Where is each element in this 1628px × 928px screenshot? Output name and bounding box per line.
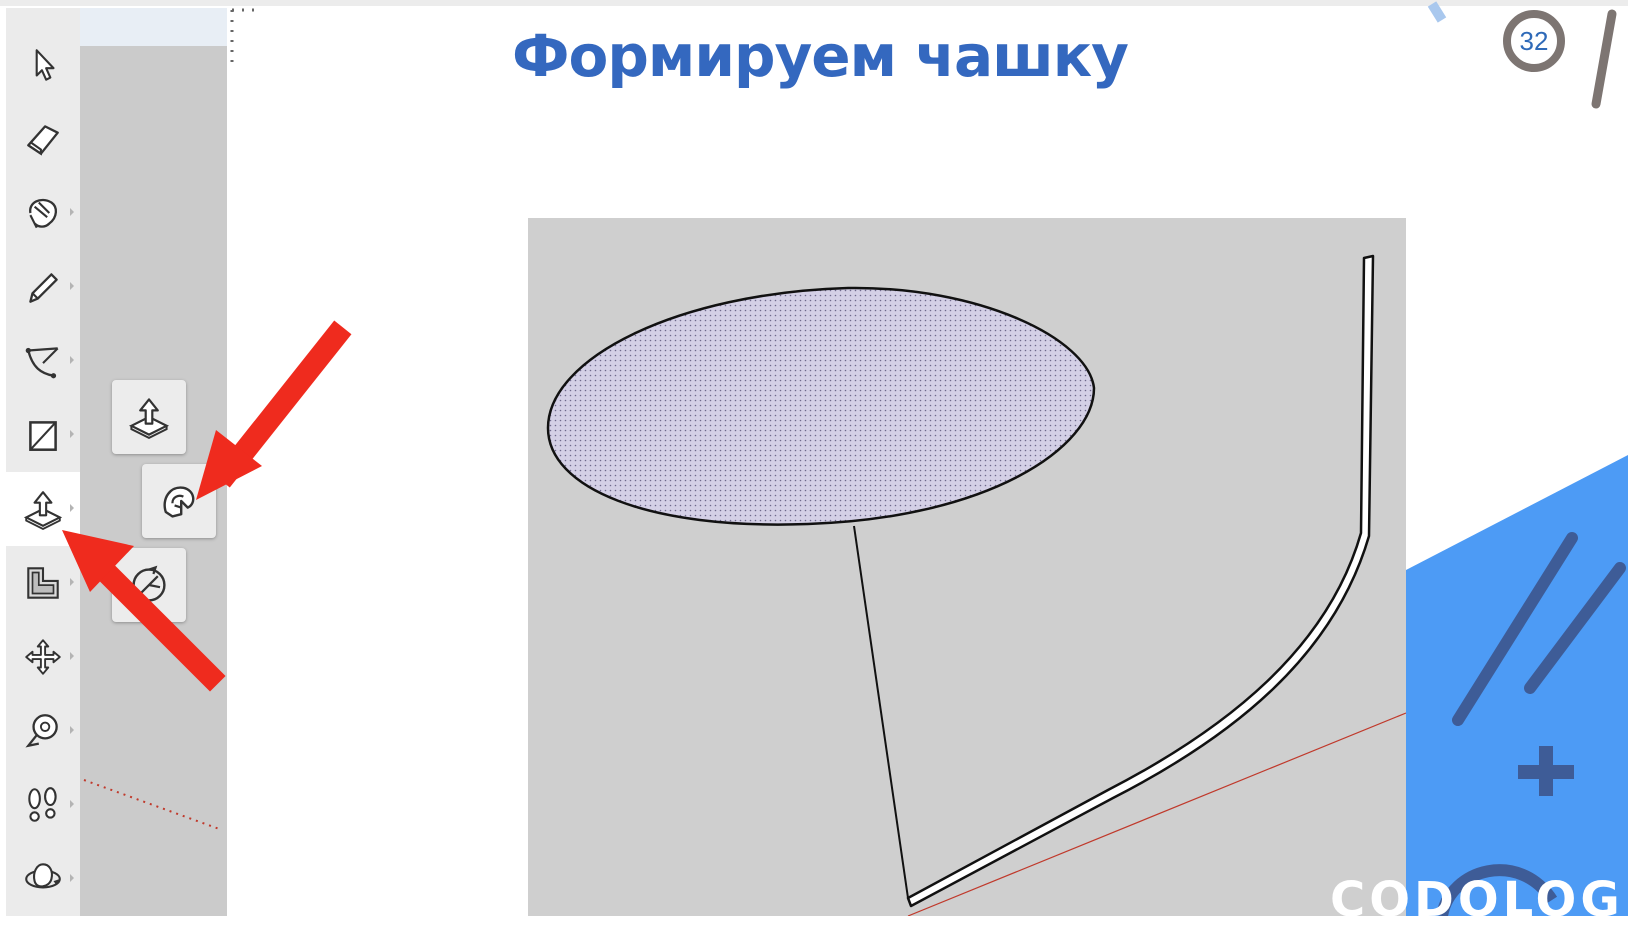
orbit-icon [25, 863, 61, 889]
push-pull-icon [128, 398, 170, 439]
dotted-corner [230, 8, 262, 64]
push-pull-option-button[interactable] [112, 380, 186, 454]
move-icon [25, 639, 61, 675]
eraser-icon [27, 125, 59, 156]
tape-measure-icon [25, 714, 58, 748]
brand-logo: CODOLOGIA [1330, 872, 1628, 928]
arc-icon [25, 347, 59, 379]
more-tools-indicator [70, 356, 74, 364]
arc-tool-button[interactable] [6, 324, 80, 398]
top-border [0, 0, 1628, 6]
more-tools-indicator [70, 578, 74, 586]
model-viewport[interactable] [528, 218, 1407, 917]
walk-tool-button[interactable] [6, 768, 80, 842]
workspace-strip-header [80, 8, 227, 46]
offset-icon [27, 567, 59, 599]
eraser-tool-button[interactable] [6, 102, 80, 176]
more-tools-indicator [70, 652, 74, 660]
move-tool-button[interactable] [6, 620, 80, 694]
more-tools-indicator [70, 726, 74, 734]
rotate-option-button[interactable] [112, 548, 186, 622]
rotate-icon [132, 565, 166, 602]
page-number: 32 [1519, 25, 1549, 56]
tape-measure-tool-button[interactable] [6, 694, 80, 768]
more-tools-indicator [70, 874, 74, 882]
rectangle-tool-button[interactable] [6, 398, 80, 472]
offset-tool-button[interactable] [6, 546, 80, 620]
plus-shape [1518, 746, 1574, 796]
more-tools-indicator [70, 430, 74, 438]
left-toolbar [6, 8, 81, 916]
rectangle-icon [29, 421, 57, 451]
select-tool-button[interactable] [6, 28, 80, 102]
pencil-icon [29, 273, 58, 303]
blue-stroke-2 [1524, 562, 1626, 694]
footprints-icon [28, 787, 57, 822]
follow-me-option-button[interactable] [142, 464, 216, 538]
blue-stroke-1 [1452, 532, 1578, 726]
more-tools-indicator [70, 208, 74, 216]
push-pull-icon [23, 491, 63, 530]
more-tools-indicator [70, 504, 74, 512]
paint-bucket-icon [29, 198, 58, 229]
more-tools-indicator [70, 800, 74, 808]
workspace-strip [80, 8, 227, 916]
pencil-tool-button[interactable] [6, 250, 80, 324]
orbit-tool-button[interactable] [6, 842, 80, 916]
slide-title: Формируем чашку [512, 22, 1129, 90]
blue-corner-shape [1406, 455, 1628, 916]
path-guide-line [853, 525, 909, 899]
push-pull-tool-button[interactable] [6, 472, 80, 546]
follow-me-icon [163, 486, 195, 518]
more-tools-indicator [70, 282, 74, 290]
paint-bucket-tool-button[interactable] [6, 176, 80, 250]
page-number-badge: 32 [1503, 10, 1565, 72]
circle-face[interactable] [546, 286, 1096, 526]
top-right-slash [1591, 9, 1617, 109]
top-right-accent [1427, 1, 1447, 23]
arrow-cursor-icon [35, 49, 55, 81]
model-canvas[interactable] [528, 218, 1407, 917]
